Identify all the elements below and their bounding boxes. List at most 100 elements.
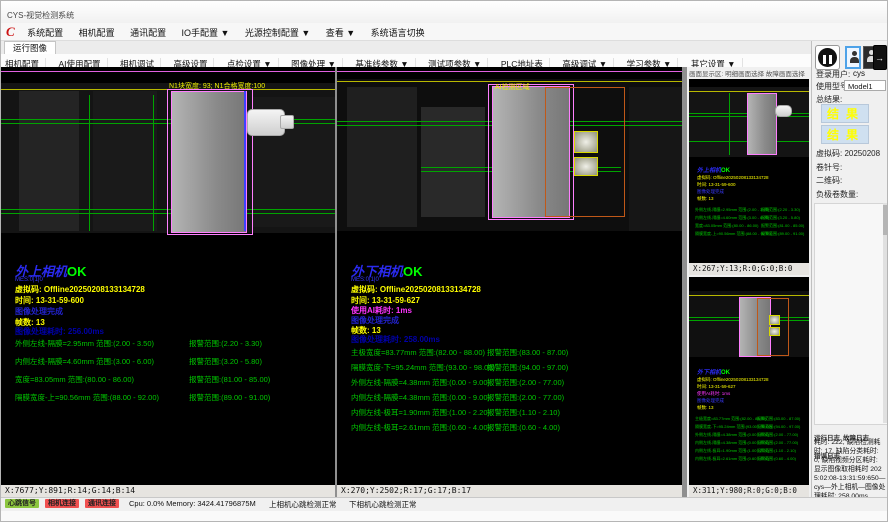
needle-number-label: 卷针号: — [816, 162, 842, 173]
thumb1-barcode: 虚拟码: Offline20250208133134728 — [697, 175, 768, 181]
alarm-range: 报警范围:(3.20 - 5.80) — [189, 356, 262, 367]
defect-marker — [769, 315, 780, 325]
app-window: CYS-视觉检测系统 C 系统配置 相机配置 通讯配置 IO手配置 ▼ 光源控制… — [0, 0, 888, 522]
toolbar: 相机配置 AI使用配置 相机调试 高级设置 点检设置 ▼ 图像处理 ▼ 基准线参… — [1, 54, 888, 68]
camera2-mes: MES:0|1|0 — [351, 277, 379, 283]
log-scrollbar[interactable] — [883, 203, 887, 423]
baseline-vertical — [153, 95, 154, 231]
electrode-block — [747, 93, 777, 155]
thumb2-done: 图像处理完成 — [697, 398, 724, 404]
virtual-code: 虚拟码: 20250208 — [816, 148, 880, 159]
camera1-time: 时间: 13-31-59-600 — [15, 295, 84, 306]
machine-structure — [629, 87, 682, 231]
thumb1-done: 图像处理完成 — [697, 189, 724, 195]
alarm-range: 报警范围:(2.00 - 77.00) — [487, 392, 564, 403]
thumb1-time: 时间: 13-31-59-600 — [697, 182, 736, 188]
measurement-row: 外侧左线-隔膜=2.95mm 范围:(2.00 - 3.50) — [15, 338, 154, 349]
thumb1-alarm: 报警范围:(3.20 - 5.80) — [761, 215, 800, 221]
alarm-range: 报警范围:(83.00 - 87.00) — [487, 347, 568, 358]
thumb2-alarm: 报警范围:(2.00 - 77.00) — [757, 440, 798, 446]
measurement-row: 隔膜宽度-上=90.56mm 范围:(88.00 - 92.00) — [15, 392, 159, 403]
top-marker-line — [337, 71, 682, 72]
alarm-range: 报警范围:(89.00 - 91.00) — [189, 392, 270, 403]
tab-strip — [1, 41, 888, 55]
alarm-range: 报警范围:(2.20 - 3.30) — [189, 338, 262, 349]
pause-bar — [829, 55, 832, 64]
overlay-label: N1块宽度: 93; N1合格宽度:100 — [169, 81, 265, 91]
menu-language-switch[interactable]: 系统语言切换 — [371, 26, 425, 39]
top-marker-line — [1, 71, 335, 72]
menu-comm-config[interactable]: 通讯配置 — [130, 26, 166, 39]
login-user-label: 登录用户: — [816, 69, 850, 80]
defect-marker — [769, 327, 780, 336]
camera2-status: OK — [403, 264, 423, 279]
overlay-label: AI检测区域 — [495, 82, 530, 92]
record-list[interactable] — [814, 203, 888, 425]
edge-line-blue — [244, 91, 246, 231]
camera1-status: OK — [67, 264, 87, 279]
lower-camera-heartbeat: 下相机心跳检测正常 — [349, 499, 417, 510]
model-select[interactable]: Model1 — [844, 80, 886, 91]
camera2-elapsed: 图像处理耗时: 258.00ms — [351, 334, 440, 345]
menu-io-config[interactable]: IO手配置 ▼ — [182, 26, 230, 39]
thumb2-time: 时间: 13-31-59-627 — [697, 384, 736, 390]
tab-run-image[interactable]: 运行图像 — [4, 41, 56, 55]
camera1-viewport[interactable]: N1块宽度: 93; N1合格宽度:100 外上相机OK MES:0|1|0 虚… — [1, 67, 335, 485]
defect-marker — [574, 131, 598, 153]
window-title: CYS-视觉检测系统 — [7, 10, 74, 21]
exit-icon: → — [875, 53, 884, 63]
menu-view[interactable]: 查看 ▼ — [326, 26, 355, 39]
comm-link-badge: 通讯连接 — [85, 499, 119, 508]
thumb1-pixel-readout: X:267;Y:13;R:0;G:0;B:0 — [689, 263, 809, 275]
measurement-row: 隔膜宽度-下=95.24mm 范围:(93.00 - 98.00) — [351, 362, 495, 373]
connector-tail — [280, 115, 294, 129]
thumb1-frames: 帧数: 13 — [697, 196, 714, 202]
thumb2-barcode: 虚拟码: Offline20250208133134728 — [697, 377, 768, 383]
app-logo-icon: C — [6, 24, 15, 40]
electrode-block — [171, 91, 247, 233]
measurement-row: 内侧左线-隔膜=4.38mm 范围:(0.00 - 9.00) — [351, 392, 490, 403]
pause-bar — [823, 55, 826, 64]
alarm-range: 报警范围:(81.00 - 85.00) — [189, 374, 270, 385]
thumb2-alarm: 报警范围:(83.00 - 87.00) — [757, 416, 800, 422]
thumb1-alarm: 报警范围:(89.00 - 91.00) — [761, 231, 804, 237]
exit-button[interactable]: → — [873, 45, 887, 70]
thumb1-status: OK — [721, 168, 730, 174]
thumb2-name: 外下相机 — [697, 370, 721, 376]
menu-camera-config[interactable]: 相机配置 — [79, 26, 115, 39]
measurement-row: 内侧左线-极耳=1.90mm 范围:(1.00 - 2.20) — [351, 407, 490, 418]
menu-light-config[interactable]: 光源控制配置 ▼ — [245, 26, 310, 39]
menu-system-config[interactable]: 系统配置 — [27, 26, 63, 39]
baseline-vertical — [89, 95, 90, 231]
camera1-barcode: 虚拟码: Offline20250208133134728 — [15, 284, 145, 295]
camera2-pixel-readout: X:270;Y:2502;R:17;G:17;B:17 — [337, 485, 682, 497]
thumb1-alarm: 报警范围:(81.00 - 85.00) — [761, 223, 804, 229]
operator-mode-button[interactable] — [845, 46, 861, 69]
title-bar: CYS-视觉检测系统 — [1, 1, 888, 23]
log-text: 耗时: 222, 缺陷检测耗时: 17, 缺陷分类耗时: 0, 缺陷视频分区耗时… — [814, 438, 886, 501]
qrcode-label: 二维码: — [816, 175, 842, 186]
camera1-elapsed: 图像处理耗时: 256.00ms — [15, 326, 104, 337]
camera1-pixel-readout: X:7677;Y:891;R:14;G:14;B:14 — [1, 485, 335, 497]
thumb2-status: OK — [721, 370, 730, 376]
thumb2-frames: 帧数: 13 — [697, 405, 714, 411]
measurement-row: 内侧左线-极耳=2.61mm 范围:(0.60 - 4.00) — [351, 422, 490, 433]
pause-button[interactable] — [815, 45, 840, 70]
result-indicator-1: 结果 — [821, 104, 869, 123]
thumb2-title: 外下相机OK — [697, 367, 730, 376]
thumb2-row: 主极宽度=83.77mm 范围:(82.00 - 88.00) — [695, 416, 766, 422]
machine-structure — [347, 87, 417, 227]
menu-bar: C 系统配置 相机配置 通讯配置 IO手配置 ▼ 光源控制配置 ▼ 查看 ▼ 系… — [1, 23, 888, 41]
thumb1-title: 外上相机OK — [697, 165, 730, 174]
thumb2-alarm: 报警范围:(94.00 - 97.00) — [757, 424, 800, 430]
alarm-range: 报警范围:(2.00 - 77.00) — [487, 377, 564, 388]
camera-link-badge: 相机连接 — [45, 499, 79, 508]
thumb2-viewport[interactable]: 外下相机OK 虚拟码: Offline20250208133134728 时间:… — [689, 277, 809, 485]
camera2-viewport[interactable]: AI检测区域 外下相机OK MES:0|1|0 虚拟码: Offline2025… — [337, 67, 682, 485]
connector-blob — [775, 105, 792, 117]
baseline-yellow — [689, 91, 809, 92]
thumb1-viewport[interactable]: 外上相机OK 虚拟码: Offline20250208133134728 时间:… — [689, 79, 809, 263]
machine-structure — [19, 91, 79, 231]
thumbnail-header: 画面显示区: 明细画面选择 故障画面选择 — [689, 68, 811, 78]
scrollbar-thumb[interactable] — [883, 205, 887, 235]
